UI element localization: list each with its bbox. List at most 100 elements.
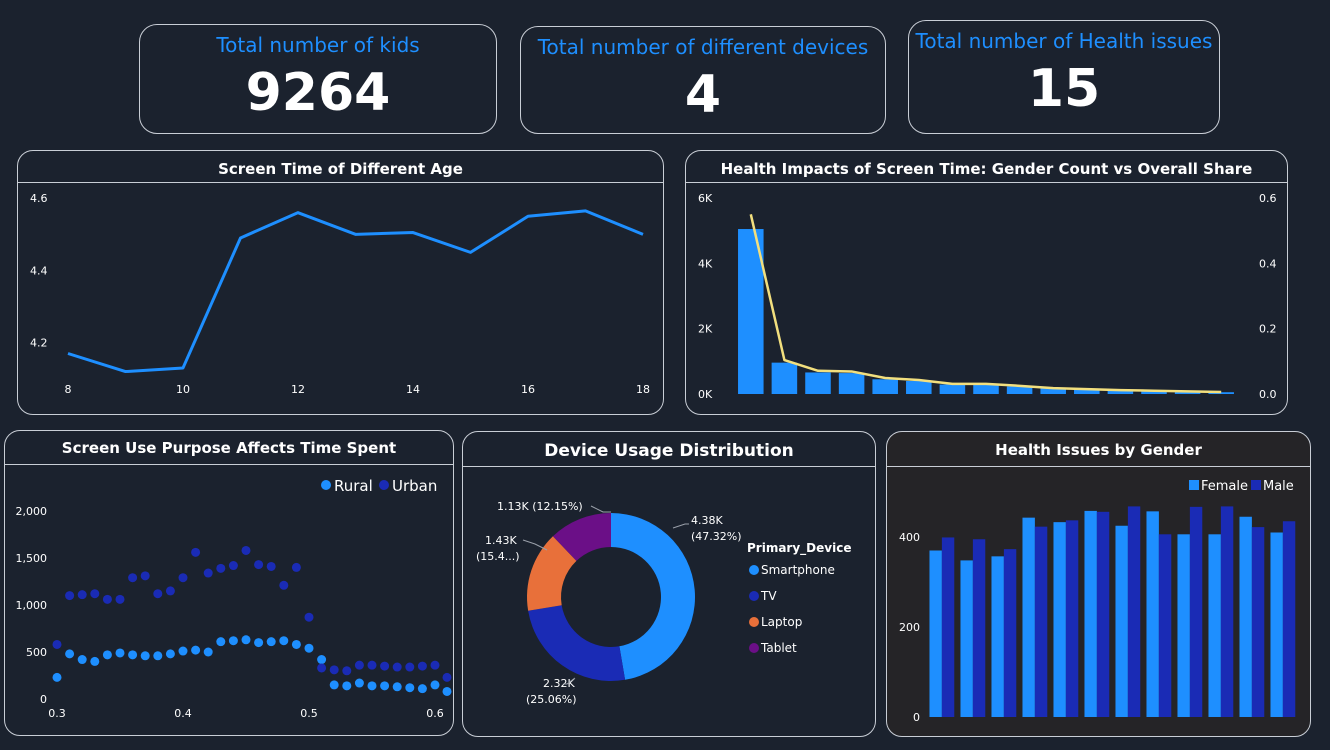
bar [1270,532,1283,717]
scatter-point [203,647,213,657]
scatter-point [191,547,201,557]
grouped-bar-chart: 0 200 400 Female Male [899,479,1296,724]
slice-label: 2.32K [543,677,575,690]
scatter-point [367,660,377,670]
y-tick-label: 1,000 [16,599,48,612]
scatter-point [254,638,264,648]
scatter-point [417,684,427,694]
y-tick-label: 2,000 [16,505,48,518]
x-tick-label: 0.6 [426,707,444,720]
bar [1022,517,1035,717]
kpi-title: Total number of different devices [537,35,869,59]
scatter-point [115,594,125,604]
series-line [67,209,644,374]
scatter-point [102,594,112,604]
x-tick-label: 18 [636,383,650,396]
bar [1053,522,1066,717]
kpi-card-health-issues: Total number of Health issues 15 [908,20,1220,134]
bar [972,539,986,717]
donut-slice [611,513,695,680]
scatter-point [329,665,339,675]
bar [906,380,932,394]
legend-label: Tablet [760,641,797,655]
health-impacts-panel: Health Impacts of Screen Time: Gender Co… [685,150,1288,415]
legend-title: Primary_Device [747,541,851,556]
scatter-point [153,589,163,599]
leader-line [590,505,611,513]
x-tick-label: 0.5 [300,707,318,720]
share-line [749,214,1222,394]
x-tick-label: 10 [176,383,190,396]
bar [1127,506,1141,717]
scatter-point [442,672,452,682]
scatter-point [317,655,327,665]
line-chart: 4.2 4.4 4.6 8 10 12 14 16 18 [30,192,650,396]
scatter-point [165,649,175,659]
bar [1003,549,1017,717]
bar [1115,525,1128,717]
bar [929,550,942,717]
scatter-point [405,683,415,693]
scatter-point [128,650,138,660]
scatter-point [291,562,301,572]
scatter-point [430,660,440,670]
bar [838,373,865,394]
bar [805,372,831,394]
scatter-point [65,649,75,659]
health-gender-panel: Health Issues by Gender 0 200 400 Female Mal… [886,431,1311,737]
y-tick-label: 6K [698,192,713,205]
scatter-point [115,648,125,658]
scatter-point [52,639,62,649]
bar [1189,506,1203,717]
scatter-point [203,568,213,578]
slice-label: (15.4...) [476,550,520,563]
legend-marker [379,480,389,490]
kpi-value: 9264 [245,63,391,123]
y-tick-label: 4.6 [30,192,48,205]
legend-marker [321,480,331,490]
scatter-point [342,681,352,691]
kpi-card-kids: Total number of kids 9264 [139,24,497,134]
y2-tick-label: 0.2 [1259,323,1277,336]
kpi-value: 15 [1027,59,1101,119]
bar [973,384,999,394]
y-tick-label: 4.4 [30,264,48,277]
y2-tick-label: 0.0 [1259,388,1277,401]
bar [771,362,798,394]
scatter-chart: 0 500 1,000 1,500 2,000 0.3 0.4 0.5 0.6 Rural Urba… [16,477,452,720]
scatter-point [102,650,112,660]
y-tick-label: 0 [913,711,920,724]
scatter-point [153,651,163,661]
legend-label: TV [760,589,777,603]
scatter-point [216,637,226,647]
scatter-point [254,560,264,570]
scatter-point [77,590,87,600]
scatter-point [317,663,327,673]
x-tick-label: 0.3 [48,707,66,720]
scatter-point [417,661,427,671]
screen-time-age-panel: Screen Time of Different Age 4.2 4.4 4.6 8 1… [17,150,664,415]
scatter-point [191,645,201,655]
legend-marker [749,591,759,601]
y-tick-label: 4.2 [30,337,48,350]
scatter-point [367,681,377,691]
legend-label: Rural [334,477,373,495]
bar [1208,534,1221,717]
scatter-point [128,573,138,583]
scatter-point [329,680,339,690]
legend-label: Laptop [761,615,802,629]
legend-label: Urban [392,477,437,495]
scatter-point [241,545,251,555]
bar [1239,516,1252,717]
x-tick-label: 16 [521,383,535,396]
kpi-title: Total number of Health issues [915,29,1213,53]
slice-label: 1.43K [485,534,517,547]
slice-label: 4.38K [691,514,723,527]
y-tick-label: 400 [899,531,920,544]
y-tick-label: 0 [40,693,47,706]
y2-tick-label: 0.6 [1259,192,1277,205]
donut-slice [528,605,626,681]
bar [872,379,898,394]
slice-label: (25.06%) [526,693,577,706]
scatter-point [228,636,238,646]
